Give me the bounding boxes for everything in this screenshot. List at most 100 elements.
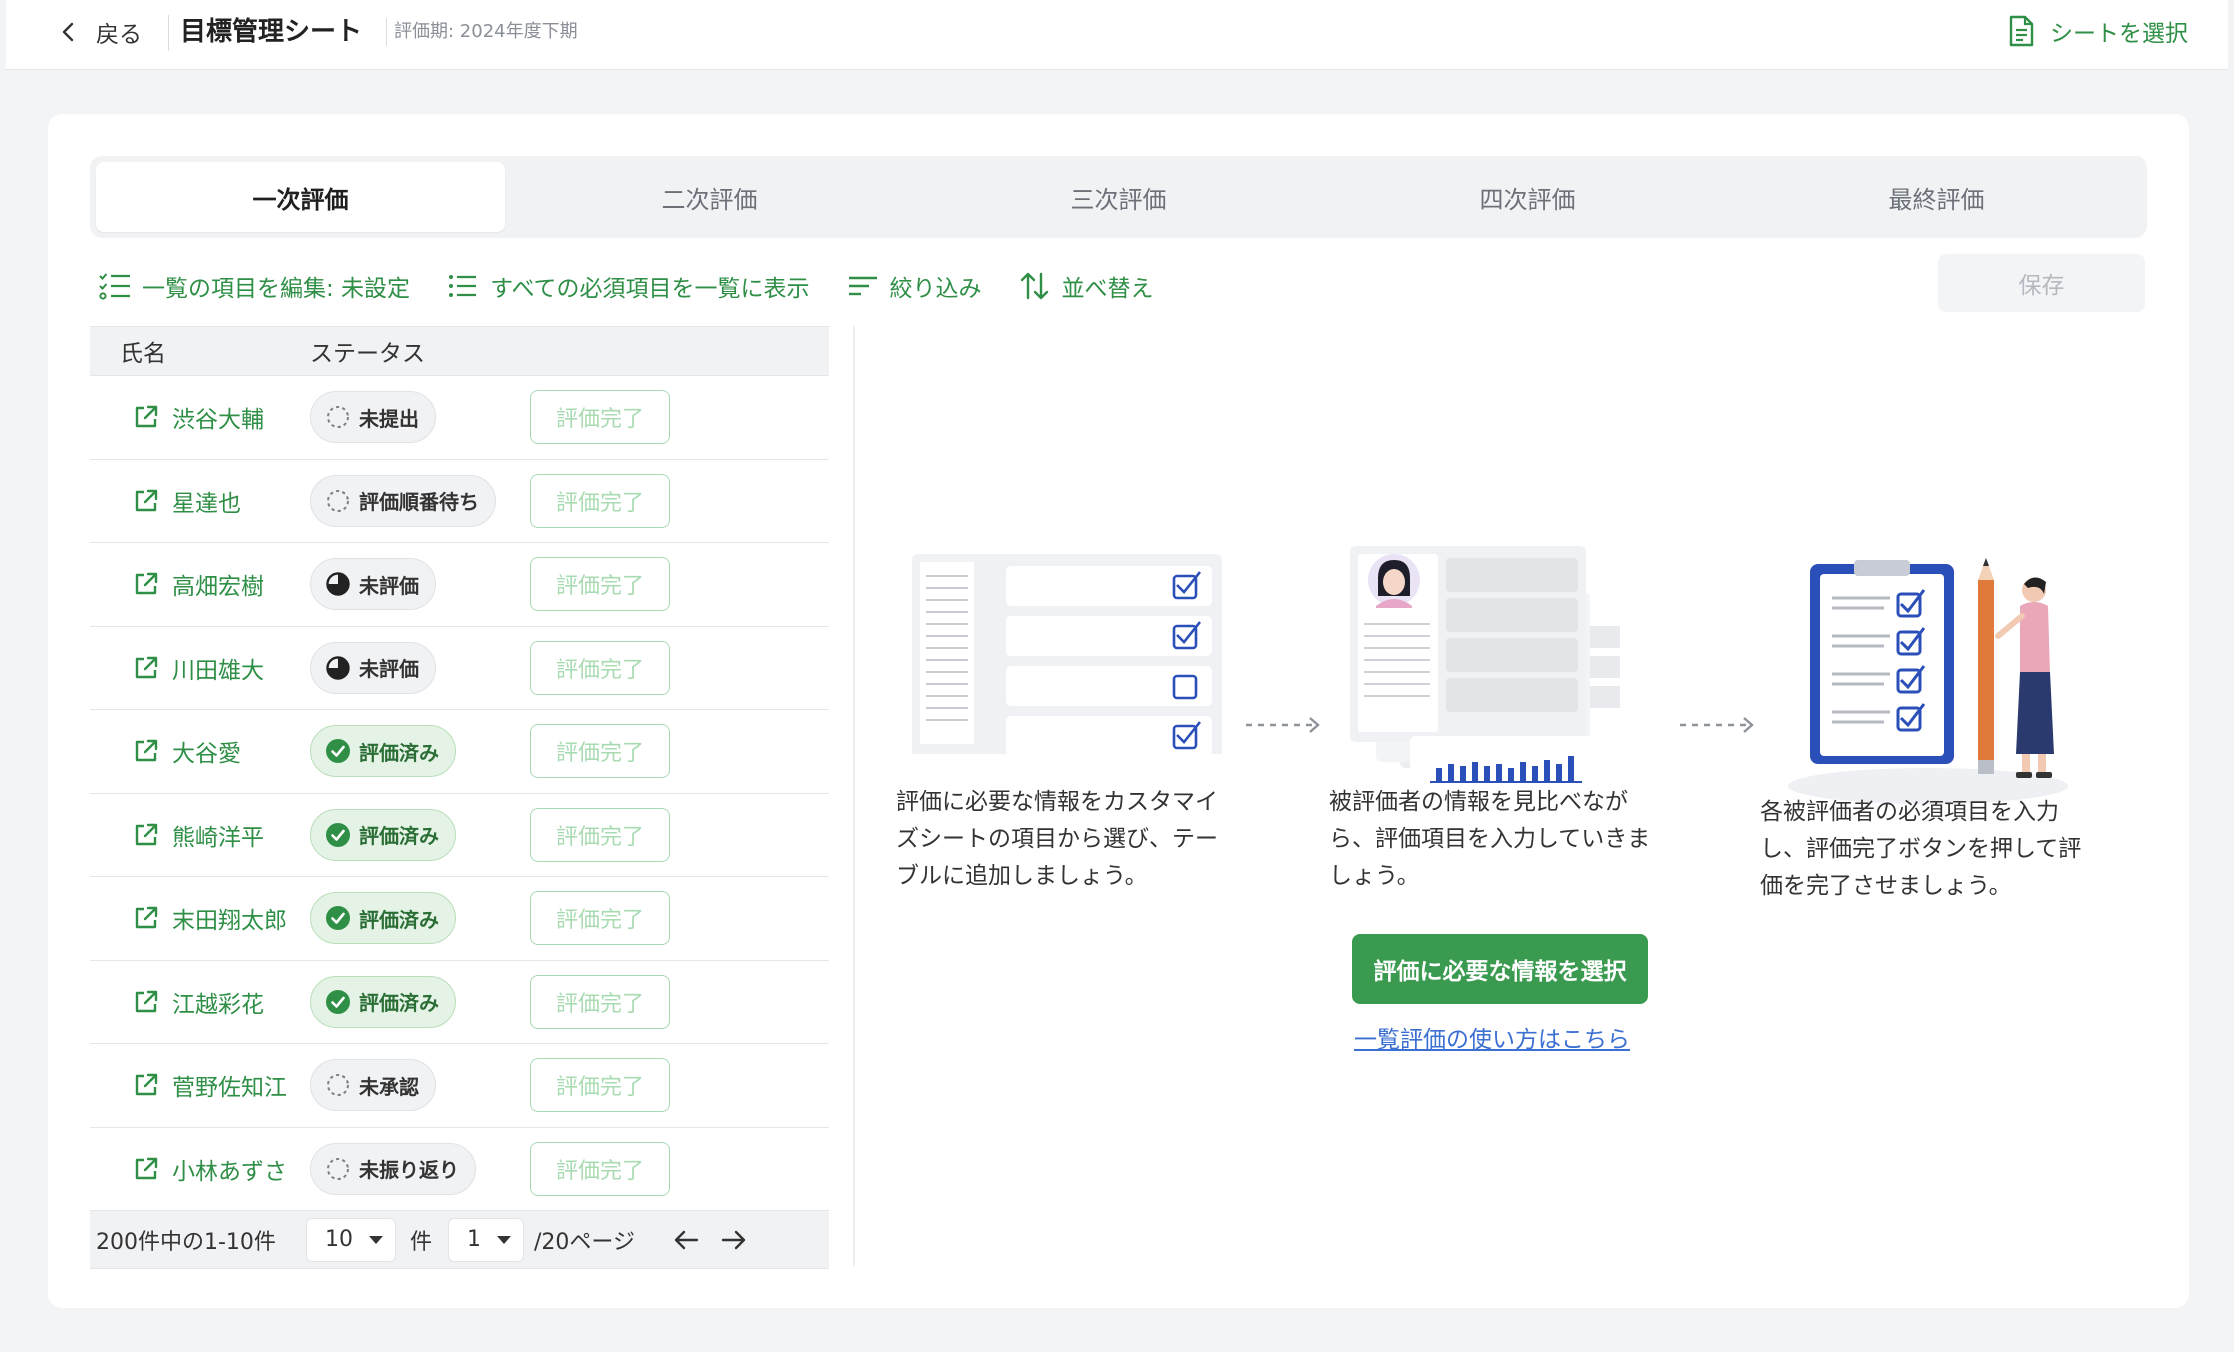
complete-evaluation-button[interactable]: 評価完了 (530, 557, 670, 612)
external-link-icon (135, 573, 158, 595)
external-link-icon (135, 1157, 158, 1179)
external-link-icon (135, 990, 158, 1012)
sort-label: 並べ替え (1061, 276, 1154, 302)
status-badge: 評価順番待ち (310, 474, 496, 527)
tab-tertiary-evaluation[interactable]: 三次評価 (914, 162, 1323, 232)
status-badge: 未評価 (310, 558, 436, 611)
back-button[interactable]: 戻る (58, 14, 142, 50)
external-link-icon (135, 656, 158, 678)
caret-down-icon (369, 1235, 383, 1244)
column-header-status: ステータス (310, 341, 425, 367)
complete-evaluation-button[interactable]: 評価完了 (530, 724, 670, 779)
evaluation-card: 一次評価 二次評価 三次評価 四次評価 最終評価 一覧の項目を編集: 未設定 す… (48, 114, 2189, 1308)
external-link-icon (135, 406, 158, 428)
status-text: 未承認 (359, 1074, 419, 1099)
half-circle-icon (326, 572, 350, 596)
status-badge: 評価済み (310, 725, 456, 778)
check-circle-icon (326, 739, 350, 764)
edit-list-items-button[interactable]: 一覧の項目を編集: 未設定 (98, 269, 410, 303)
arrow-left-icon (674, 1230, 699, 1249)
status-cell: 未評価 (310, 641, 530, 694)
list-icon (449, 275, 477, 297)
status-cell: 未振り返り (310, 1142, 530, 1195)
evaluatee-name-link[interactable]: 末田翔太郎 (90, 901, 310, 935)
complete-evaluation-button[interactable]: 評価完了 (530, 891, 670, 946)
compare-evaluatees-illustration (1350, 546, 1650, 790)
evaluatee-name: 大谷愛 (172, 741, 241, 768)
status-text: 評価済み (359, 740, 439, 765)
save-button[interactable]: 保存 (1938, 254, 2145, 312)
status-cell: 評価済み (310, 725, 530, 778)
complete-evaluation-button[interactable]: 評価完了 (530, 807, 670, 862)
status-cell: 未評価 (310, 558, 530, 611)
per-page-unit: 件 (410, 1229, 433, 1255)
check-circle-icon (326, 822, 350, 847)
filter-button[interactable]: 絞り込み (846, 269, 982, 303)
document-icon (2009, 15, 2034, 47)
page-select[interactable]: 1 (448, 1217, 525, 1262)
external-link-icon (135, 489, 158, 511)
sort-arrows-icon (1020, 272, 1048, 300)
per-page-value: 10 (325, 1227, 353, 1252)
evaluatee-name-link[interactable]: 星達也 (90, 484, 310, 518)
back-label: 戻る (96, 22, 142, 48)
edit-list-items-label: 一覧の項目を編集: 未設定 (142, 276, 411, 302)
chevron-left-icon (62, 22, 74, 42)
evaluatee-name-link[interactable]: 渋谷大輔 (90, 400, 310, 434)
tab-primary-evaluation[interactable]: 一次評価 (96, 162, 505, 232)
table-row: 高畑宏樹 未評価 評価完了 (90, 543, 829, 627)
table-row: 末田翔太郎 評価済み 評価完了 (90, 877, 829, 961)
header-divider (386, 18, 387, 46)
evaluatee-name: 星達也 (172, 490, 241, 517)
sort-button[interactable]: 並べ替え (1018, 269, 1154, 303)
external-link-icon (135, 1074, 158, 1096)
complete-evaluation-illustration (1788, 558, 2068, 804)
complete-evaluation-button[interactable]: 評価完了 (530, 974, 670, 1029)
tab-quaternary-evaluation[interactable]: 四次評価 (1323, 162, 1732, 232)
per-page-select[interactable]: 10 (306, 1217, 396, 1262)
previous-page-button[interactable] (666, 1220, 706, 1260)
status-text: 評価済み (359, 907, 439, 932)
customize-sheet-illustration (912, 554, 1222, 754)
evaluatee-name-link[interactable]: 高畑宏樹 (90, 567, 310, 601)
status-cell: 評価順番待ち (310, 474, 530, 527)
status-text: 評価順番待ち (359, 490, 479, 515)
complete-evaluation-button[interactable]: 評価完了 (530, 1058, 670, 1113)
evaluatee-name-link[interactable]: 菅野佐知江 (90, 1068, 310, 1102)
how-to-use-link[interactable]: 一覧評価の使い方はこちら (1354, 1020, 1630, 1054)
evaluatee-name: 菅野佐知江 (172, 1075, 287, 1102)
table-row: 大谷愛 評価済み 評価完了 (90, 710, 829, 794)
evaluatee-name-link[interactable]: 江越彩花 (90, 985, 310, 1019)
dashed-circle-icon (327, 406, 349, 429)
complete-evaluation-button[interactable]: 評価完了 (530, 473, 670, 528)
status-cell: 評価済み (310, 808, 530, 861)
select-required-info-button[interactable]: 評価に必要な情報を選択 (1352, 934, 1648, 1004)
tab-final-evaluation[interactable]: 最終評価 (1732, 162, 2141, 232)
status-badge: 未評価 (310, 641, 436, 694)
table-row: 菅野佐知江 未承認 評価完了 (90, 1044, 829, 1128)
complete-evaluation-button[interactable]: 評価完了 (530, 390, 670, 445)
select-sheet-button[interactable]: シートを選択 (2006, 14, 2188, 48)
table-body: 渋谷大輔 未提出 評価完了 星達也 評価順番待ち 評価完了 高畑宏樹 未評価 評価完了 川田雄大未… (90, 376, 829, 1211)
dashed-circle-icon (327, 1074, 349, 1097)
status-text: 未評価 (359, 573, 419, 598)
dashed-circle-icon (327, 1157, 349, 1180)
complete-evaluation-button[interactable]: 評価完了 (530, 640, 670, 695)
evaluatee-name: 高畑宏樹 (172, 574, 264, 601)
tab-secondary-evaluation[interactable]: 二次評価 (505, 162, 914, 232)
status-text: 評価済み (359, 824, 439, 849)
status-badge: 評価済み (310, 975, 456, 1028)
evaluatee-name: 小林あずさ (172, 1158, 287, 1185)
evaluatee-name-link[interactable]: 大谷愛 (90, 734, 310, 768)
next-page-button[interactable] (714, 1220, 754, 1260)
status-cell: 評価済み (310, 975, 530, 1028)
status-text: 未評価 (359, 657, 419, 682)
evaluatee-name-link[interactable]: 小林あずさ (90, 1152, 310, 1186)
panel-divider (853, 326, 855, 1266)
show-required-items-button[interactable]: すべての必須項目を一覧に表示 (446, 269, 810, 303)
complete-evaluation-button[interactable]: 評価完了 (530, 1141, 670, 1196)
evaluatee-name-link[interactable]: 川田雄大 (90, 651, 310, 685)
half-circle-icon (326, 656, 350, 680)
evaluatee-name-link[interactable]: 熊崎洋平 (90, 818, 310, 852)
status-badge: 未振り返り (310, 1142, 476, 1195)
